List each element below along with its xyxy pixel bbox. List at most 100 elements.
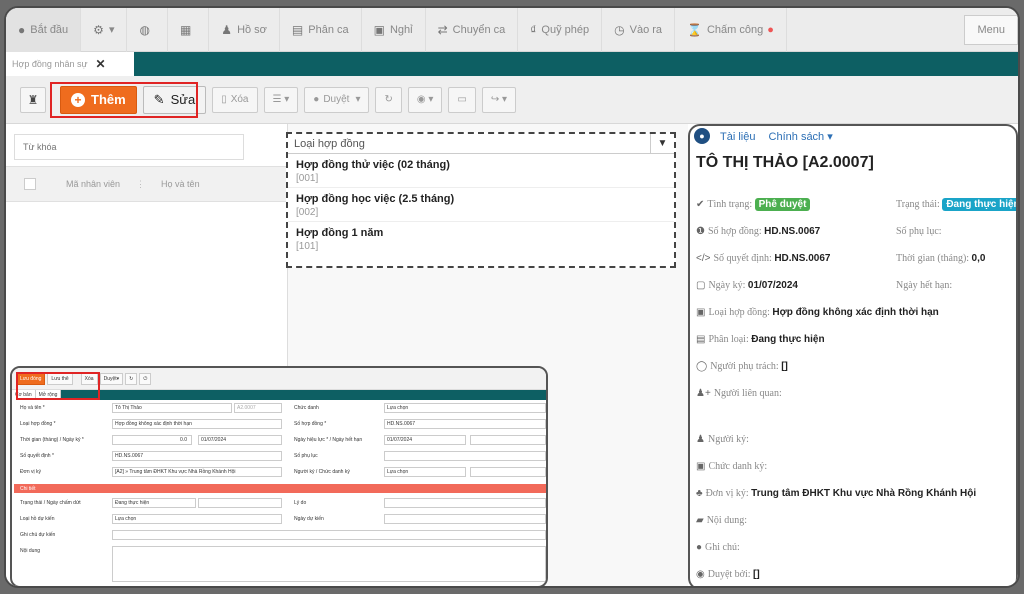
unit-select[interactable]: [A2] » Trung tâm ĐHKT Khu vực Nhà Rồng K… xyxy=(112,467,282,477)
contract-no-row: ❶ Số hợp đồng: HD.NS.0067 xyxy=(696,226,821,237)
decision-field[interactable]: HD.NS.0067 xyxy=(112,451,282,461)
nav-fund[interactable]: ₫ Quỹ phép xyxy=(518,8,603,52)
approve-button[interactable]: ● Duyệt ▾ xyxy=(304,86,370,113)
check-icon: ● xyxy=(313,94,320,105)
col-full-name[interactable]: Họ và tên xyxy=(161,179,200,189)
refresh-icon: ↻ xyxy=(129,375,134,382)
nav-inout[interactable]: ◷ Vào ra xyxy=(602,8,676,52)
ldate-field[interactable] xyxy=(384,514,546,524)
policy-link[interactable]: Chính sách ▾ xyxy=(769,131,833,143)
nav-start[interactable]: ● Bắt đầu xyxy=(6,8,82,52)
note-field[interactable] xyxy=(112,530,546,540)
leave-icon: ▣ xyxy=(373,22,385,37)
caret-down-icon[interactable]: ▼ xyxy=(650,133,674,154)
note-label: Ghi chú dự kiến xyxy=(20,532,56,538)
sign-date-row: ▢ Ngày ký: 01/07/2024 xyxy=(696,280,798,291)
view-button[interactable]: ◉ ▾ xyxy=(407,86,443,113)
info-icon: ❶ xyxy=(696,226,705,237)
nav-settings[interactable]: ⚙ ▾ xyxy=(81,8,128,52)
print-button[interactable]: ▭ xyxy=(448,86,476,113)
nav-profile[interactable]: ♟ Hồ sơ xyxy=(209,8,280,52)
search-input[interactable] xyxy=(14,134,244,160)
print-icon: ▭ xyxy=(457,94,467,105)
contract-type-dropdown[interactable]: Loại hợp đồng ▼ Hợp đồng thử việc (02 th… xyxy=(286,132,676,268)
clock-icon: ◷ xyxy=(614,22,625,37)
sign-date-field[interactable]: 01/07/2024 xyxy=(198,435,282,445)
trash-icon: ▯ xyxy=(221,94,227,105)
form-approve-button[interactable]: Duyệt ▾ xyxy=(99,372,124,385)
list-icon: ☰ ▾ xyxy=(272,94,290,105)
title-select[interactable]: Lựa chọn xyxy=(384,403,546,413)
content-row: ▰ Nội dung: xyxy=(696,515,747,526)
time-field[interactable]: 0.0 xyxy=(112,435,192,445)
list-button[interactable]: ☰ ▾ xyxy=(263,86,299,113)
delete-button[interactable]: ▯ Xóa xyxy=(212,86,258,113)
end-date-field[interactable] xyxy=(198,498,282,508)
dropdown-option[interactable]: Hợp đồng 1 năm [101] xyxy=(288,222,674,255)
tab-bar: Hợp đồng nhân sự ✕ xyxy=(6,52,1018,76)
gear-icon: ⚙ xyxy=(93,22,104,37)
tab-contract[interactable]: Hợp đồng nhân sự ✕ xyxy=(6,52,134,76)
check-icon: ✔ xyxy=(696,199,705,210)
col-employee-code[interactable]: Mã nhân viên xyxy=(66,179,120,189)
nav-search[interactable]: ◍ xyxy=(127,8,168,52)
state-badge: Đang thực hiện xyxy=(942,198,1016,211)
home-icon: ● xyxy=(18,22,26,37)
binoculars-button[interactable]: ♜ xyxy=(20,86,46,113)
status-label: Trạng thái / Ngày chấm dứt xyxy=(20,500,81,506)
type-label: Loại hợp đồng * xyxy=(20,421,56,427)
no-field[interactable]: HD.NS.0067 xyxy=(384,419,546,429)
comment-icon: ● xyxy=(696,542,703,553)
signer-label: Người ký / Chức danh ký xyxy=(294,469,350,475)
documents-link[interactable]: Tài liệu xyxy=(720,131,755,143)
type-select[interactable]: Hợp đồng không xác định thời hạn xyxy=(112,419,282,429)
calendar-icon: ▢ xyxy=(696,280,706,291)
appendix-field[interactable] xyxy=(384,451,546,461)
hourglass-icon: ⌛ xyxy=(687,22,702,37)
name-field[interactable]: Tô Thị Thảo xyxy=(112,403,232,413)
code-field[interactable]: A2.0007 xyxy=(234,403,282,413)
form-power-button[interactable]: ⏻ xyxy=(139,372,152,385)
dropdown-option[interactable]: Hợp đồng học việc (2.5 tháng) [002] xyxy=(288,188,674,222)
content-field[interactable] xyxy=(112,546,546,582)
nav-swap[interactable]: ⇄ Chuyển ca xyxy=(426,8,519,52)
status-select[interactable]: Đang thực hiện xyxy=(112,498,196,508)
select-all-checkbox[interactable] xyxy=(24,178,36,190)
effective-field[interactable]: 01/07/2024 xyxy=(384,435,466,445)
doc-icon: ▣ xyxy=(696,307,706,318)
detail-section-header[interactable]: Chi tiết xyxy=(14,484,546,493)
dropdown-option[interactable]: Hợp đồng thử việc (02 tháng) [001] xyxy=(288,154,674,188)
eye-icon: ◉ ▾ xyxy=(416,94,434,105)
nav-timesheet[interactable]: ⌛ Chấm công ● xyxy=(675,8,787,52)
expiry-field[interactable] xyxy=(470,435,546,445)
user-icon: ♟ xyxy=(221,22,233,37)
book-icon: ▰ xyxy=(696,515,704,526)
reason-label: Lý do xyxy=(294,500,307,506)
record-title: TÔ THỊ THẢO [A2.0007] xyxy=(696,154,874,171)
highlight-box xyxy=(50,82,198,118)
form-refresh-button[interactable]: ↻ xyxy=(125,372,138,385)
decision-label: Số quyết định * xyxy=(20,453,54,459)
calendar-icon: ▤ xyxy=(291,22,304,37)
nav-shift[interactable]: ▤ Phân ca xyxy=(280,8,362,52)
status-row: ✔ Tình trạng: Phê duyệt xyxy=(696,198,811,211)
close-icon[interactable]: ✕ xyxy=(95,57,105,71)
top-nav: ● Bắt đầu ⚙ ▾ ◍ ▦ ♟ Hồ sơ ▤ Phân ca ▣ Nghỉ ⇄ C… xyxy=(6,8,1018,52)
nav-chart[interactable]: ▦ xyxy=(168,8,210,52)
effective-label: Ngày hiệu lực * / Ngày hết hạn xyxy=(294,437,363,443)
fund-icon: ₫ xyxy=(530,22,537,37)
nav-menu[interactable]: Menu xyxy=(964,14,1018,45)
ltype-select[interactable]: Lựa chọn xyxy=(112,514,282,524)
app-window: ● Bắt đầu ⚙ ▾ ◍ ▦ ♟ Hồ sơ ▤ Phân ca ▣ Nghỉ ⇄ C… xyxy=(4,6,1020,588)
class-row: ▤ Phân loại: Đang thực hiện xyxy=(696,334,825,345)
no-label: Số hợp đồng * xyxy=(294,421,327,427)
reason-field[interactable] xyxy=(384,498,546,508)
form-highlight-box xyxy=(16,372,100,400)
dropdown-header[interactable]: Loại hợp đồng ▼ xyxy=(288,133,674,154)
signer-title-field[interactable] xyxy=(470,467,546,477)
share-button[interactable]: ↪ ▾ xyxy=(481,86,517,113)
nav-leave[interactable]: ▣ Nghỉ xyxy=(362,8,426,52)
refresh-button[interactable]: ↻ xyxy=(375,86,402,113)
detail-panel: ● Tài liệu Chính sách ▾ TÔ THỊ THẢO [A2.… xyxy=(688,124,1018,586)
signer-select[interactable]: Lựa chọn xyxy=(384,467,466,477)
